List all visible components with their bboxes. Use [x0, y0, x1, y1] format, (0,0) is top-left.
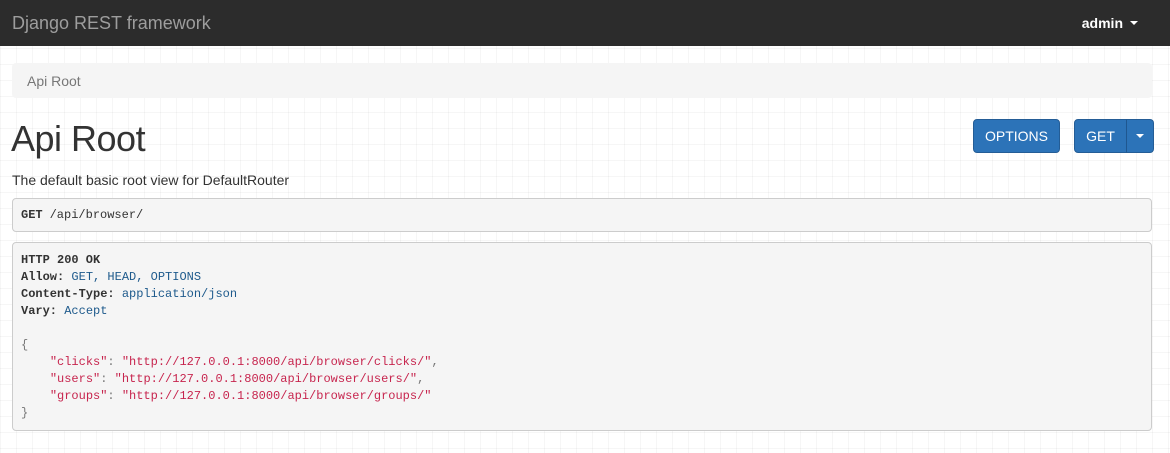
get-button[interactable]: GET	[1074, 119, 1127, 153]
page-title: Api Root	[11, 118, 146, 159]
json-link-clicks[interactable]: "http://127.0.0.1:8000/api/browser/click…	[122, 355, 432, 369]
request-info: GET /api/browser/	[12, 198, 1152, 232]
json-link-users[interactable]: "http://127.0.0.1:8000/api/browser/users…	[115, 372, 417, 386]
json-link-groups[interactable]: "http://127.0.0.1:8000/api/browser/group…	[122, 389, 432, 403]
caret-down-icon	[1136, 134, 1144, 138]
response-header-vary: Vary: Accept	[21, 304, 108, 318]
json-entry-users: "users": "http://127.0.0.1:8000/api/brow…	[49, 372, 425, 386]
response-status: HTTP 200 OK	[21, 253, 101, 267]
navbar: Django REST framework admin	[0, 0, 1170, 46]
response-header-content-type: Content-Type: application/json	[21, 287, 238, 301]
json-open-brace: {	[21, 338, 29, 352]
response-header-allow: Allow: GET, HEAD, OPTIONS	[21, 270, 202, 284]
brand-link[interactable]: Django REST framework	[12, 13, 211, 34]
caret-down-icon	[1130, 21, 1138, 25]
request-path: /api/browser/	[49, 208, 144, 222]
page-description: The default basic root view for DefaultR…	[12, 172, 290, 188]
json-entry-clicks: "clicks": "http://127.0.0.1:8000/api/bro…	[49, 355, 439, 369]
get-format-dropdown[interactable]	[1126, 119, 1154, 153]
json-entry-groups: "groups": "http://127.0.0.1:8000/api/bro…	[49, 389, 432, 403]
breadcrumb: Api Root	[12, 63, 1152, 98]
response-panel: HTTP 200 OK Allow: GET, HEAD, OPTIONS Cont…	[12, 242, 1152, 431]
user-name: admin	[1081, 15, 1123, 31]
breadcrumb-item-api-root[interactable]: Api Root	[27, 73, 81, 89]
options-button[interactable]: OPTIONS	[973, 119, 1060, 153]
json-close-brace: }	[21, 406, 29, 420]
request-method: GET	[21, 208, 43, 222]
user-menu-dropdown[interactable]: admin	[1082, 15, 1138, 31]
